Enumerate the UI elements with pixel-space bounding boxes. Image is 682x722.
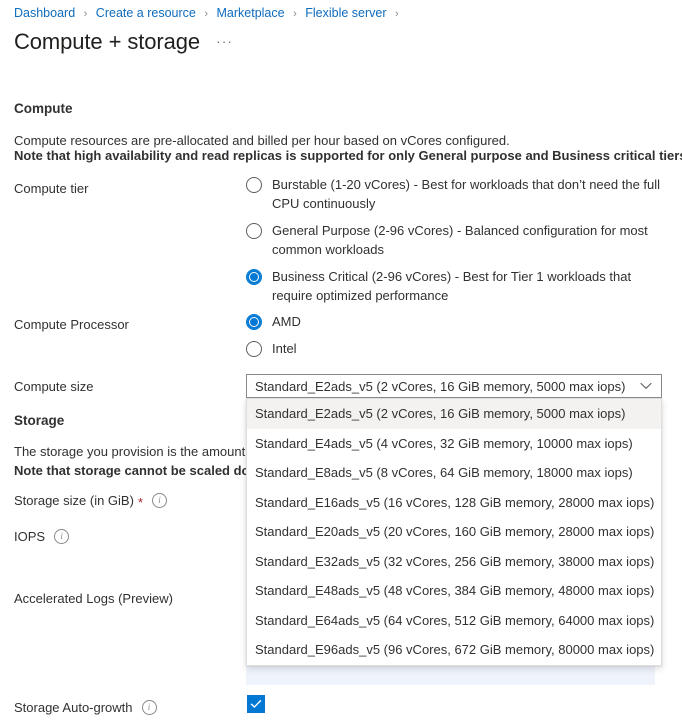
breadcrumb-item-flexible-server[interactable]: Flexible server [305, 6, 386, 20]
radio-indicator-selected [246, 314, 262, 330]
radio-amd[interactable]: AMD [246, 312, 301, 331]
compute-size-label: Compute size [14, 379, 93, 394]
dropdown-option[interactable]: Standard_E48ads_v5 (48 vCores, 384 GiB m… [247, 576, 661, 606]
breadcrumb-separator: › [395, 8, 399, 20]
radio-business-critical[interactable]: Business Critical (2-96 vCores) - Best f… [246, 267, 668, 305]
dropdown-option[interactable]: Standard_E8ads_v5 (8 vCores, 64 GiB memo… [247, 458, 661, 488]
dropdown-option[interactable]: Standard_E16ads_v5 (16 vCores, 128 GiB m… [247, 488, 661, 518]
radio-general-purpose[interactable]: General Purpose (2-96 vCores) - Balanced… [246, 221, 668, 259]
radio-amd-label: AMD [272, 312, 301, 331]
compute-tier-radio-group: Burstable (1-20 vCores) - Best for workl… [246, 175, 668, 313]
info-icon[interactable]: i [54, 529, 69, 544]
chevron-down-icon[interactable] [631, 382, 661, 390]
storage-note: Note that storage cannot be scaled down [14, 461, 268, 480]
dropdown-option[interactable]: Standard_E20ads_v5 (20 vCores, 160 GiB m… [247, 517, 661, 547]
info-icon[interactable]: i [152, 493, 167, 508]
radio-intel[interactable]: Intel [246, 339, 301, 358]
breadcrumb-separator: › [84, 8, 88, 20]
compute-tier-label: Compute tier [14, 181, 88, 196]
dropdown-option[interactable]: Standard_E4ads_v5 (4 vCores, 32 GiB memo… [247, 429, 661, 459]
compute-size-value: Standard_E2ads_v5 (2 vCores, 16 GiB memo… [247, 379, 631, 394]
radio-business-critical-label: Business Critical (2-96 vCores) - Best f… [272, 267, 668, 305]
dropdown-option[interactable]: Standard_E32ads_v5 (32 vCores, 256 GiB m… [247, 547, 661, 577]
breadcrumb-item-dashboard[interactable]: Dashboard [14, 6, 75, 20]
breadcrumb: Dashboard › Create a resource › Marketpl… [14, 4, 404, 23]
compute-section-title: Compute [14, 101, 73, 116]
compute-processor-label: Compute Processor [14, 317, 129, 332]
required-indicator: * [138, 498, 143, 508]
radio-general-purpose-label: General Purpose (2-96 vCores) - Balanced… [272, 221, 668, 259]
breadcrumb-separator: › [204, 8, 208, 20]
highlighted-row-background [246, 663, 655, 685]
iops-label: IOPS i [14, 529, 69, 544]
radio-burstable[interactable]: Burstable (1-20 vCores) - Best for workl… [246, 175, 668, 213]
page-title: Compute + storage [14, 28, 200, 56]
storage-size-label: Storage size (in GiB) * i [14, 493, 167, 508]
dropdown-option[interactable]: Standard_E96ads_v5 (96 vCores, 672 GiB m… [247, 635, 661, 665]
radio-indicator-selected [246, 269, 262, 285]
accelerated-logs-label: Accelerated Logs (Preview) [14, 591, 173, 606]
radio-intel-label: Intel [272, 339, 297, 358]
more-options-icon[interactable]: ··· [216, 34, 233, 48]
breadcrumb-separator: › [293, 8, 297, 20]
compute-note-text: Note that high availability and read rep… [14, 148, 682, 163]
info-icon[interactable]: i [142, 700, 157, 715]
radio-indicator [246, 177, 262, 193]
compute-note: Note that high availability and read rep… [14, 146, 682, 165]
dropdown-option[interactable]: Standard_E64ads_v5 (64 vCores, 512 GiB m… [247, 606, 661, 636]
page-header: Compute + storage ··· [14, 28, 233, 56]
storage-description: The storage you provision is the amount … [14, 442, 260, 461]
breadcrumb-item-marketplace[interactable]: Marketplace [217, 6, 285, 20]
radio-indicator [246, 223, 262, 239]
storage-section-title: Storage [14, 413, 64, 428]
storage-auto-growth-label: Storage Auto-growth i [14, 700, 157, 715]
check-icon [250, 698, 262, 710]
dropdown-option[interactable]: Standard_E2ads_v5 (2 vCores, 16 GiB memo… [247, 399, 661, 429]
breadcrumb-item-create-a-resource[interactable]: Create a resource [96, 6, 196, 20]
compute-size-dropdown-list[interactable]: Standard_E2ads_v5 (2 vCores, 16 GiB memo… [246, 398, 662, 666]
radio-indicator [246, 341, 262, 357]
compute-size-combobox[interactable]: Standard_E2ads_v5 (2 vCores, 16 GiB memo… [246, 374, 662, 398]
storage-auto-growth-checkbox[interactable] [247, 695, 265, 713]
radio-burstable-label: Burstable (1-20 vCores) - Best for workl… [272, 175, 668, 213]
storage-note-text: Note that storage cannot be scaled down [14, 463, 268, 478]
compute-processor-radio-group: AMD Intel [246, 312, 301, 366]
